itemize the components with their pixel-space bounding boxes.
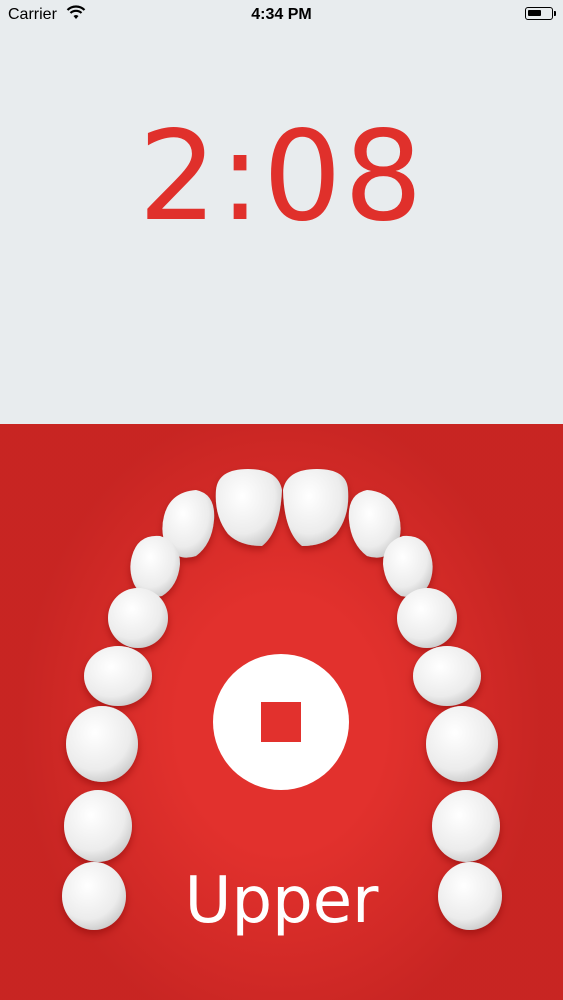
stop-button[interactable]: [213, 654, 349, 790]
tooth: [66, 706, 138, 782]
timer-display: 2:08: [138, 105, 425, 249]
mouth-panel: Upper: [0, 424, 563, 1000]
tooth: [432, 790, 500, 862]
battery-icon: [525, 7, 556, 20]
tooth: [84, 646, 152, 706]
status-bar: Carrier 4:34 PM: [0, 0, 563, 30]
tooth: [64, 790, 132, 862]
section-label: Upper: [184, 864, 379, 938]
tooth: [130, 535, 180, 597]
tooth: [108, 588, 168, 648]
status-time: 4:34 PM: [251, 6, 312, 23]
stop-icon: [261, 702, 301, 742]
tooth: [383, 535, 433, 597]
tooth: [215, 469, 282, 546]
tooth: [413, 646, 481, 706]
tooth: [426, 706, 498, 782]
tooth: [283, 469, 349, 546]
timer-panel: 2:08: [0, 30, 563, 424]
battery-fill: [528, 10, 541, 16]
tooth: [397, 588, 457, 648]
